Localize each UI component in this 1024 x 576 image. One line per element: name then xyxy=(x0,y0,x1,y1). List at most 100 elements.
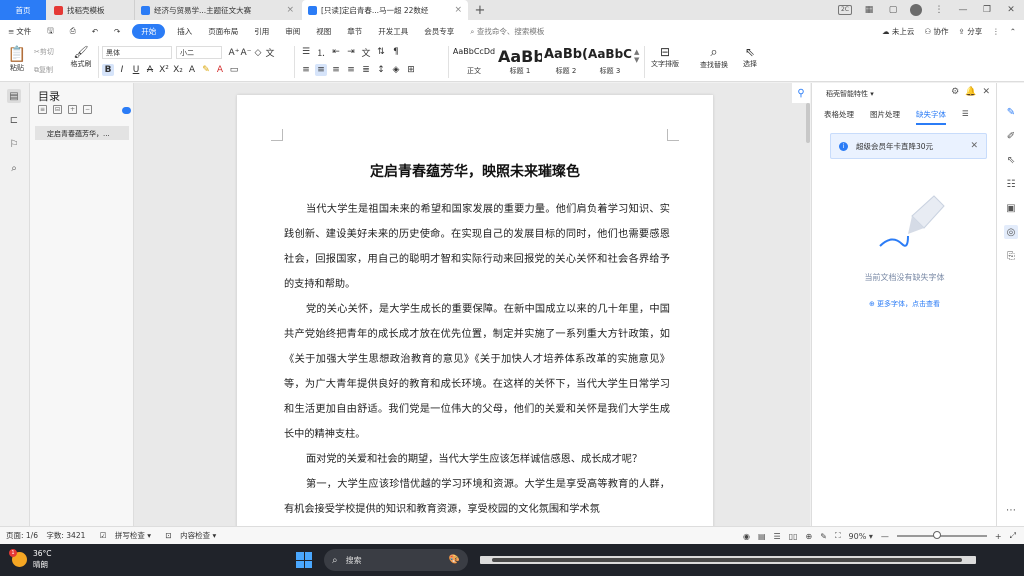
pointer-icon[interactable]: ⇖ xyxy=(1004,153,1018,167)
collab-button[interactable]: ⚇ 协作 xyxy=(924,26,948,37)
decrease-indent-icon[interactable]: ⇤ xyxy=(330,46,342,58)
print-icon[interactable]: ⎙ xyxy=(62,26,84,36)
menu-chapter[interactable]: 章节 xyxy=(339,26,370,37)
close-icon[interactable]: × xyxy=(454,5,462,15)
location-pin-icon[interactable]: ⚲ xyxy=(792,83,810,103)
select-button[interactable]: ⇖ 选择 xyxy=(738,45,762,69)
highlight-icon[interactable]: ✎ xyxy=(200,64,212,76)
collapse-icon[interactable]: ≡ xyxy=(38,105,47,114)
more-icon[interactable]: ⋯ xyxy=(1004,503,1018,517)
undo-icon[interactable]: ↶ xyxy=(84,27,106,36)
close-icon[interactable]: × xyxy=(286,5,294,15)
tab-image-processing[interactable]: 图片处理 xyxy=(870,109,900,125)
font-color-icon[interactable]: A xyxy=(214,64,226,76)
bell-icon[interactable]: 🔔 xyxy=(965,87,976,97)
page-count[interactable]: 页面: 1/6 xyxy=(6,531,38,540)
style-heading-1[interactable]: AaBb 标题 1 xyxy=(498,44,542,78)
bullets-icon[interactable]: ☰ xyxy=(300,46,312,58)
find-replace-button[interactable]: ⌕ 查找替换 xyxy=(694,45,734,70)
menu-page-layout[interactable]: 页面布局 xyxy=(200,26,246,37)
document-canvas[interactable]: 定启青春蕴芳华，映照未来璀璨色 当代大学生是祖国未来的希望和国家发展的重要力量。… xyxy=(134,83,810,526)
grow-font-icon[interactable]: A⁺ xyxy=(228,47,240,59)
shading-icon[interactable]: ◈ xyxy=(390,64,402,76)
line-spacing-icon[interactable]: ↕ xyxy=(375,64,387,76)
share-button[interactable]: ⇪ 分享 xyxy=(959,26,983,37)
menu-view[interactable]: 视图 xyxy=(308,26,339,37)
tab-home[interactable]: 首页 xyxy=(0,0,46,20)
menu-review[interactable]: 审阅 xyxy=(277,26,308,37)
bookmark-icon[interactable]: ⚐ xyxy=(7,137,21,151)
underline-icon[interactable]: U xyxy=(130,64,142,76)
style-heading-3[interactable]: AaBbC 标题 3 xyxy=(588,44,632,78)
text-effect-icon[interactable]: A xyxy=(186,64,198,76)
more-icon[interactable]: ⋮ xyxy=(932,5,946,15)
toc-item[interactable]: 定启青春蕴芳华，... xyxy=(35,126,129,140)
zoom-out-icon[interactable]: — xyxy=(881,532,889,541)
word-count[interactable]: 字数: 3421 xyxy=(46,531,85,540)
new-tab-button[interactable]: + xyxy=(470,0,490,20)
location-icon[interactable]: ◎ xyxy=(1004,225,1018,239)
panel-title[interactable]: 稻壳智能特性 ▾ xyxy=(826,89,874,99)
sort-icon[interactable]: ⇅ xyxy=(375,46,387,58)
scrollbar-thumb[interactable] xyxy=(492,558,962,562)
zoom-slider[interactable] xyxy=(896,531,987,539)
weather-widget[interactable]: 1 36°C 晴朗 xyxy=(9,548,52,570)
font-name-select[interactable]: 黑体 xyxy=(102,46,172,59)
style-heading-2[interactable]: AaBb( 标题 2 xyxy=(544,44,588,78)
chapter-nav-icon[interactable]: ⊏ xyxy=(7,113,21,127)
grid-icon[interactable]: ▦ xyxy=(862,5,876,15)
format-painter-button[interactable]: 🖌 格式刷 xyxy=(68,45,94,69)
strikethrough-icon[interactable]: A xyxy=(144,64,156,76)
tab-document-active[interactable]: [只读]定启青春...马一超 22数经 × xyxy=(302,0,468,20)
menu-insert[interactable]: 插入 xyxy=(169,26,200,37)
outline-icon[interactable]: ▤ xyxy=(7,89,21,103)
show-marks-icon[interactable]: ¶ xyxy=(390,46,402,58)
italic-icon[interactable]: I xyxy=(116,64,128,76)
clear-format-icon[interactable]: ◇ xyxy=(252,47,264,59)
reading-view-icon[interactable]: ▯▯ xyxy=(789,532,798,541)
share-doc-icon[interactable]: ⎘ xyxy=(1004,249,1018,263)
tab-document-2[interactable]: 经济与贸易学...主题征文大赛 × xyxy=(134,0,300,20)
assistant-icon[interactable]: ✎ xyxy=(1004,105,1018,119)
justify-icon[interactable]: ≡ xyxy=(345,64,357,76)
tab-template[interactable]: 找稻壳模板 xyxy=(48,0,132,20)
taskbar-search[interactable]: ⌕ 搜索 🎨 xyxy=(324,549,468,571)
spell-check[interactable]: ☑ 拼写检查 ▾ xyxy=(94,531,151,540)
style-normal[interactable]: AaBbCcDd 正文 xyxy=(452,44,496,78)
cloud-status[interactable]: ☁ 未上云 xyxy=(882,26,914,37)
windows-start-icon[interactable] xyxy=(296,552,312,568)
zoom-slider-knob[interactable] xyxy=(933,531,942,539)
minimize-icon[interactable]: — xyxy=(956,5,970,15)
bold-icon[interactable]: B xyxy=(102,64,114,76)
menu-start[interactable]: 开始 xyxy=(132,23,166,39)
text-layout-button[interactable]: ⊟ 文字排版 xyxy=(646,45,684,69)
phonetic-icon[interactable]: 文 xyxy=(264,47,276,59)
subscript-icon[interactable]: X₂ xyxy=(172,64,184,76)
sliders-icon[interactable]: ☷ xyxy=(1004,177,1018,191)
font-size-select[interactable]: 小二 xyxy=(176,46,222,59)
close-icon[interactable]: ✕ xyxy=(982,87,990,97)
distribute-icon[interactable]: ≣ xyxy=(360,64,372,76)
align-center-icon[interactable]: ≡ xyxy=(315,64,327,76)
settings-icon[interactable]: ⚙ xyxy=(951,87,959,97)
layout-2c-icon[interactable]: 2C xyxy=(838,5,852,15)
edit-icon[interactable]: ✐ xyxy=(1004,129,1018,143)
menu-member[interactable]: 会员专享 xyxy=(416,26,462,37)
shrink-font-icon[interactable]: A⁻ xyxy=(240,47,252,59)
more-fonts-link[interactable]: ⊕ 更多字体，点击查看 xyxy=(812,299,997,309)
align-left-icon[interactable]: ≡ xyxy=(300,64,312,76)
more-icon[interactable]: ⋮ xyxy=(992,27,1000,36)
redo-icon[interactable]: ↷ xyxy=(106,27,128,36)
image-icon[interactable]: ▣ xyxy=(1004,201,1018,215)
menu-dev-tools[interactable]: 开发工具 xyxy=(370,26,416,37)
search-icon[interactable]: ⌕ xyxy=(7,161,21,175)
copy-button[interactable]: ⧉ 复制 xyxy=(34,65,53,75)
promo-banner[interactable]: i 超级会员年卡直降30元 ✕ xyxy=(830,133,987,159)
char-border-icon[interactable]: ▭ xyxy=(228,64,240,76)
fit-icon[interactable]: ⛶ xyxy=(835,531,841,541)
close-icon[interactable]: ✕ xyxy=(970,141,978,151)
toggle-icon[interactable] xyxy=(122,107,131,114)
outline-view-icon[interactable]: ☰ xyxy=(774,532,781,541)
close-window-icon[interactable]: ✕ xyxy=(1004,5,1018,15)
page-view-icon[interactable]: ▤ xyxy=(758,532,766,541)
